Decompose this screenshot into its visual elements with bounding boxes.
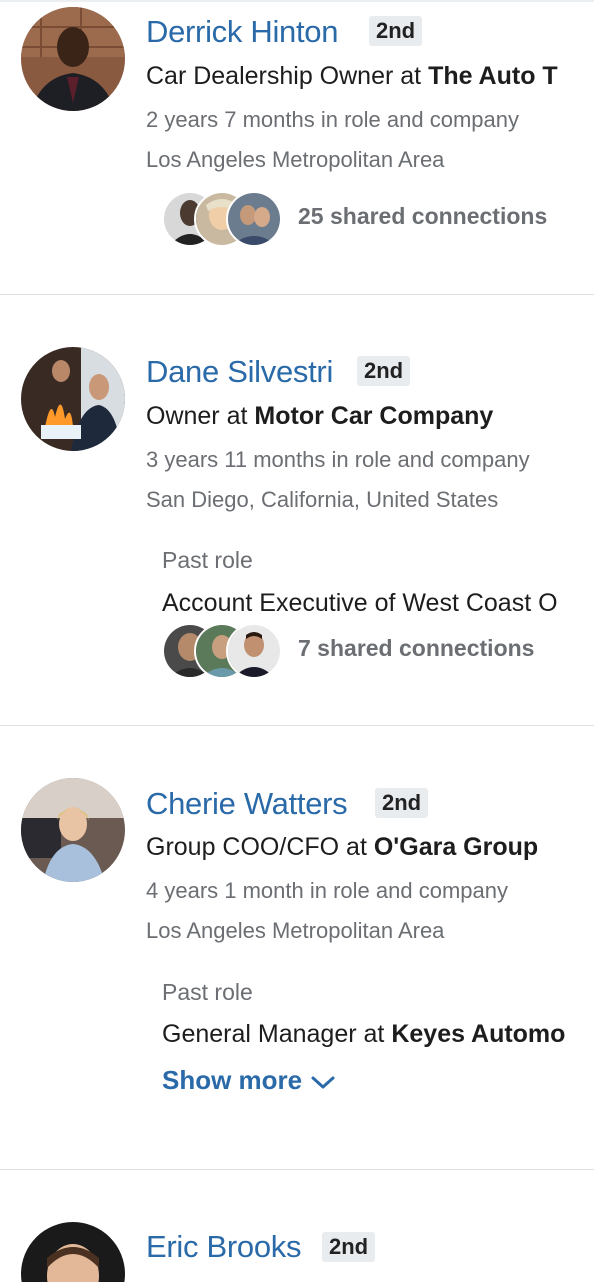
headline-role: Owner [146, 402, 220, 430]
past-role-company: Keyes Automo [391, 1020, 566, 1048]
show-more-label[interactable]: Show more [162, 1065, 302, 1095]
headline: Owner at Motor Car Company [146, 402, 493, 431]
shared-connection-avatars [162, 623, 282, 679]
location-text: Los Angeles Metropolitan Area [146, 918, 445, 943]
location-text: San Diego, California, United States [146, 487, 499, 512]
past-role-title: General Manager [162, 1020, 357, 1048]
past-role-at: at [363, 1020, 385, 1048]
headline-role: Group COO/CFO [146, 833, 340, 861]
shared-connections-label[interactable]: 25 shared connections [298, 203, 547, 230]
search-result-card: Cherie Watters 2nd Group COO/CFO at O'Ga… [0, 726, 594, 1169]
past-role-text: General Manager at Keyes Automo [162, 1020, 565, 1049]
profile-name-link[interactable]: Cherie Watters [146, 786, 348, 822]
shared-connections-label[interactable]: 7 shared connections [298, 635, 534, 662]
shared-connections[interactable]: 25 shared connections [162, 191, 582, 247]
avatar[interactable] [21, 1222, 125, 1282]
profile-name-link[interactable]: Dane Silvestri [146, 354, 333, 390]
search-result-card: Dane Silvestri 2nd Owner at Motor Car Co… [0, 295, 594, 725]
location-text: Los Angeles Metropolitan Area [146, 147, 445, 172]
avatar[interactable] [21, 347, 125, 451]
tenure-text: 4 years 1 month in role and company [146, 878, 508, 903]
degree-badge: 2nd [375, 788, 429, 818]
connection-avatar [226, 623, 282, 679]
tenure-text: 3 years 11 months in role and company [146, 447, 530, 472]
shared-connection-avatars [162, 191, 282, 247]
past-role-label: Past role [162, 979, 253, 1005]
shared-connections[interactable]: 7 shared connections [162, 623, 582, 679]
chevron-down-icon[interactable] [310, 1067, 336, 1098]
headline-company: The Auto T [428, 62, 558, 90]
connection-avatar [226, 191, 282, 247]
show-more-button[interactable]: Show more [162, 1065, 336, 1098]
headline-role: Car Dealership Owner [146, 62, 394, 90]
profile-name-link[interactable]: Derrick Hinton [146, 14, 338, 50]
tenure-text: 2 years 7 months in role and company [146, 107, 519, 132]
degree-badge: 2nd [357, 356, 411, 386]
degree-badge: 2nd [322, 1232, 376, 1262]
past-role-text: Account Executive of West Coast O [162, 589, 558, 617]
headline-at: at [400, 62, 422, 90]
headline-company: O'Gara Group [373, 833, 539, 861]
search-result-card: Eric Brooks 2nd [0, 1170, 594, 1282]
profile-name-link[interactable]: Eric Brooks [146, 1229, 301, 1265]
avatar[interactable] [21, 7, 125, 111]
headline-company: Motor Car Company [254, 402, 494, 430]
degree-badge: 2nd [369, 16, 423, 46]
past-role-label: Past role [162, 547, 253, 573]
headline-at: at [226, 402, 248, 430]
headline: Group COO/CFO at O'Gara Group [146, 833, 538, 862]
avatar[interactable] [21, 778, 125, 882]
search-result-card: Derrick Hinton 2nd Car Dealership Owner … [0, 0, 594, 294]
headline-at: at [346, 833, 367, 861]
headline: Car Dealership Owner at The Auto T [146, 62, 558, 91]
